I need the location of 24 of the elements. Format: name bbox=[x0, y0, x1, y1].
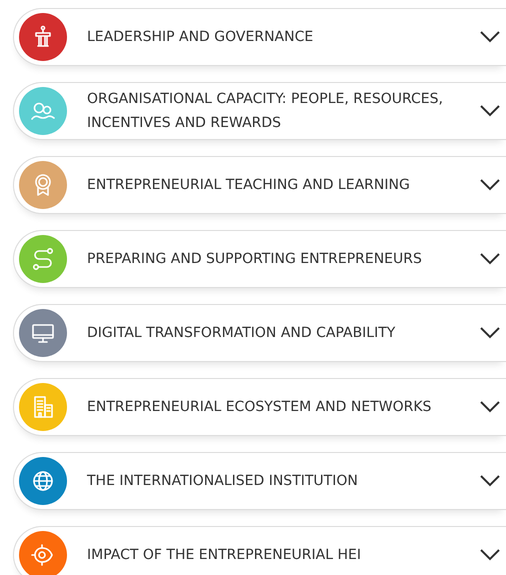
section-header[interactable]: ORGANISATIONAL CAPACITY: PEOPLE, RESOURCES, INCENTIVES AND REWARDS bbox=[13, 82, 506, 140]
section-title: IMPACT OF THE ENTREPRENEURIAL HEI bbox=[87, 546, 362, 565]
section-header[interactable]: LEADERSHIP AND GOVERNANCE bbox=[13, 8, 506, 66]
chevron-icon[interactable] bbox=[480, 31, 500, 43]
chevron-icon[interactable] bbox=[480, 179, 500, 191]
section-title: LEADERSHIP AND GOVERNANCE bbox=[87, 28, 314, 47]
chevron-icon[interactable] bbox=[480, 401, 500, 413]
section-header[interactable]: DIGITAL TRANSFORMATION AND CAPABILITY bbox=[13, 304, 506, 362]
section-header[interactable]: IMPACT OF THE ENTREPRENEURIAL HEI bbox=[13, 526, 506, 575]
chevron-icon[interactable] bbox=[480, 549, 500, 561]
section-title: ORGANISATIONAL CAPACITY: PEOPLE, RESOURCES, INCENTIVES AND REWARDS bbox=[87, 90, 444, 133]
section-title: ENTREPRENEURIAL ECOSYSTEM AND NETWORKS bbox=[87, 398, 432, 417]
chevron-icon[interactable] bbox=[480, 327, 500, 339]
section-header[interactable]: ENTREPRENEURIAL TEACHING AND LEARNING bbox=[13, 156, 506, 214]
section-header[interactable]: ENTREPRENEURIAL ECOSYSTEM AND NETWORKS bbox=[13, 378, 506, 436]
section-title: THE INTERNATIONALISED INSTITUTION bbox=[87, 472, 359, 491]
chevron-icon[interactable] bbox=[480, 253, 500, 265]
section-title: DIGITAL TRANSFORMATION AND CAPABILITY bbox=[87, 324, 396, 343]
section-title: PREPARING AND SUPPORTING ENTREPRENEURS bbox=[87, 250, 423, 269]
section-header[interactable]: THE INTERNATIONALISED INSTITUTION bbox=[13, 452, 506, 510]
section-title: ENTREPRENEURIAL TEACHING AND LEARNING bbox=[87, 176, 411, 195]
chevron-icon[interactable] bbox=[480, 475, 500, 487]
chevron-icon[interactable] bbox=[480, 105, 500, 117]
section-header[interactable]: PREPARING AND SUPPORTING ENTREPRENEURS bbox=[13, 230, 506, 288]
